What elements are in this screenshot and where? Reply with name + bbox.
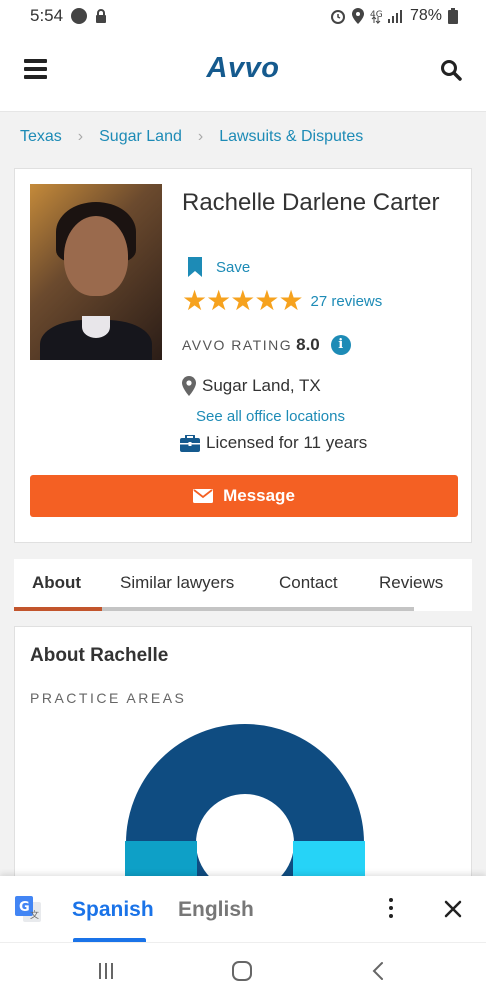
donut-segment (125, 841, 197, 881)
tab-reviews[interactable]: Reviews (379, 573, 443, 593)
tab-active-indicator (14, 607, 102, 611)
battery-percent: 78% (409, 7, 442, 24)
chevron-right-icon: › (197, 128, 204, 145)
google-translate-icon[interactable]: G文 (15, 896, 41, 922)
practice-areas-label: PRACTICE AREAS (30, 690, 187, 706)
donut-segment (293, 841, 365, 881)
location: Sugar Land, TX (182, 376, 321, 396)
location-icon (351, 8, 364, 24)
more-options-icon[interactable] (386, 898, 396, 922)
star-icon: ★ (182, 285, 208, 316)
map-pin-icon (182, 376, 196, 396)
tab-similar-lawyers[interactable]: Similar lawyers (120, 573, 234, 593)
home-icon[interactable] (231, 961, 253, 981)
svg-text:文: 文 (30, 909, 39, 921)
message-label: Message (223, 486, 295, 505)
star-icon: ★ (230, 285, 256, 316)
message-button[interactable]: Message (30, 475, 458, 517)
tab-contact[interactable]: Contact (279, 573, 338, 593)
licensed-info: Licensed for 11 years (180, 433, 367, 453)
recent-apps-icon[interactable] (96, 961, 116, 981)
licensed-text: Licensed for 11 years (206, 433, 368, 452)
profile-card: Rachelle Darlene Carter Save ★ ★ ★ ★ ★ 2… (14, 168, 472, 543)
breadcrumb: Texas › Sugar Land › Lawsuits & Disputes (20, 128, 363, 146)
svg-text:G: G (19, 900, 30, 915)
alarm-icon (330, 10, 345, 24)
close-icon[interactable] (443, 899, 463, 919)
status-time: 5:54 (30, 6, 64, 25)
breadcrumb-lawsuits-disputes[interactable]: Lawsuits & Disputes (219, 128, 363, 146)
breadcrumb-texas[interactable]: Texas (20, 128, 62, 146)
lawyer-photo (30, 184, 162, 360)
about-title: About Rachelle (30, 645, 169, 666)
star-icon: ★ (254, 285, 280, 316)
rating-value: 8.0 (296, 335, 320, 354)
info-icon[interactable]: i (330, 335, 351, 355)
lock-icon (96, 9, 107, 23)
chevron-right-icon: › (77, 128, 84, 145)
save-button[interactable]: Save (188, 257, 250, 277)
back-icon[interactable] (370, 961, 386, 981)
rating-label: AVVO RATING (182, 337, 293, 353)
system-nav-bar (0, 942, 486, 1000)
avvo-rating: AVVO RATING 8.0 i (182, 335, 351, 355)
status-bar: 5:54 4G 78% (0, 0, 486, 32)
star-icon: ★ (278, 285, 304, 316)
breadcrumb-sugar-land[interactable]: Sugar Land (99, 128, 182, 146)
reviews-link[interactable]: 27 reviews (311, 293, 383, 310)
network-4g-icon: 4G (370, 10, 402, 24)
tab-about[interactable]: About (32, 573, 81, 593)
location-text: Sugar Land, TX (202, 376, 321, 395)
star-icon: ★ (206, 285, 232, 316)
app-header: Avvo (0, 32, 486, 112)
save-label: Save (216, 258, 251, 276)
language-english[interactable]: English (178, 898, 254, 922)
envelope-icon (193, 489, 214, 503)
bookmark-icon (188, 257, 202, 277)
language-spanish[interactable]: Spanish (72, 898, 154, 922)
office-locations-link[interactable]: See all office locations (196, 408, 345, 425)
profile-tabs: About Similar lawyers Contact Reviews (14, 559, 472, 611)
search-icon[interactable] (440, 59, 462, 81)
star-rating: ★ ★ ★ ★ ★ 27 reviews (182, 287, 382, 315)
translate-bar: G文 Spanish English (0, 876, 486, 942)
about-section: About Rachelle PRACTICE AREAS (14, 626, 472, 886)
lawyer-name: Rachelle Darlene Carter (182, 189, 440, 216)
battery-icon (448, 8, 458, 24)
practice-areas-donut-chart (125, 724, 365, 885)
briefcase-icon (180, 434, 200, 452)
avvo-logo[interactable]: Avvo (0, 52, 486, 85)
notification-dot-icon (71, 8, 88, 24)
